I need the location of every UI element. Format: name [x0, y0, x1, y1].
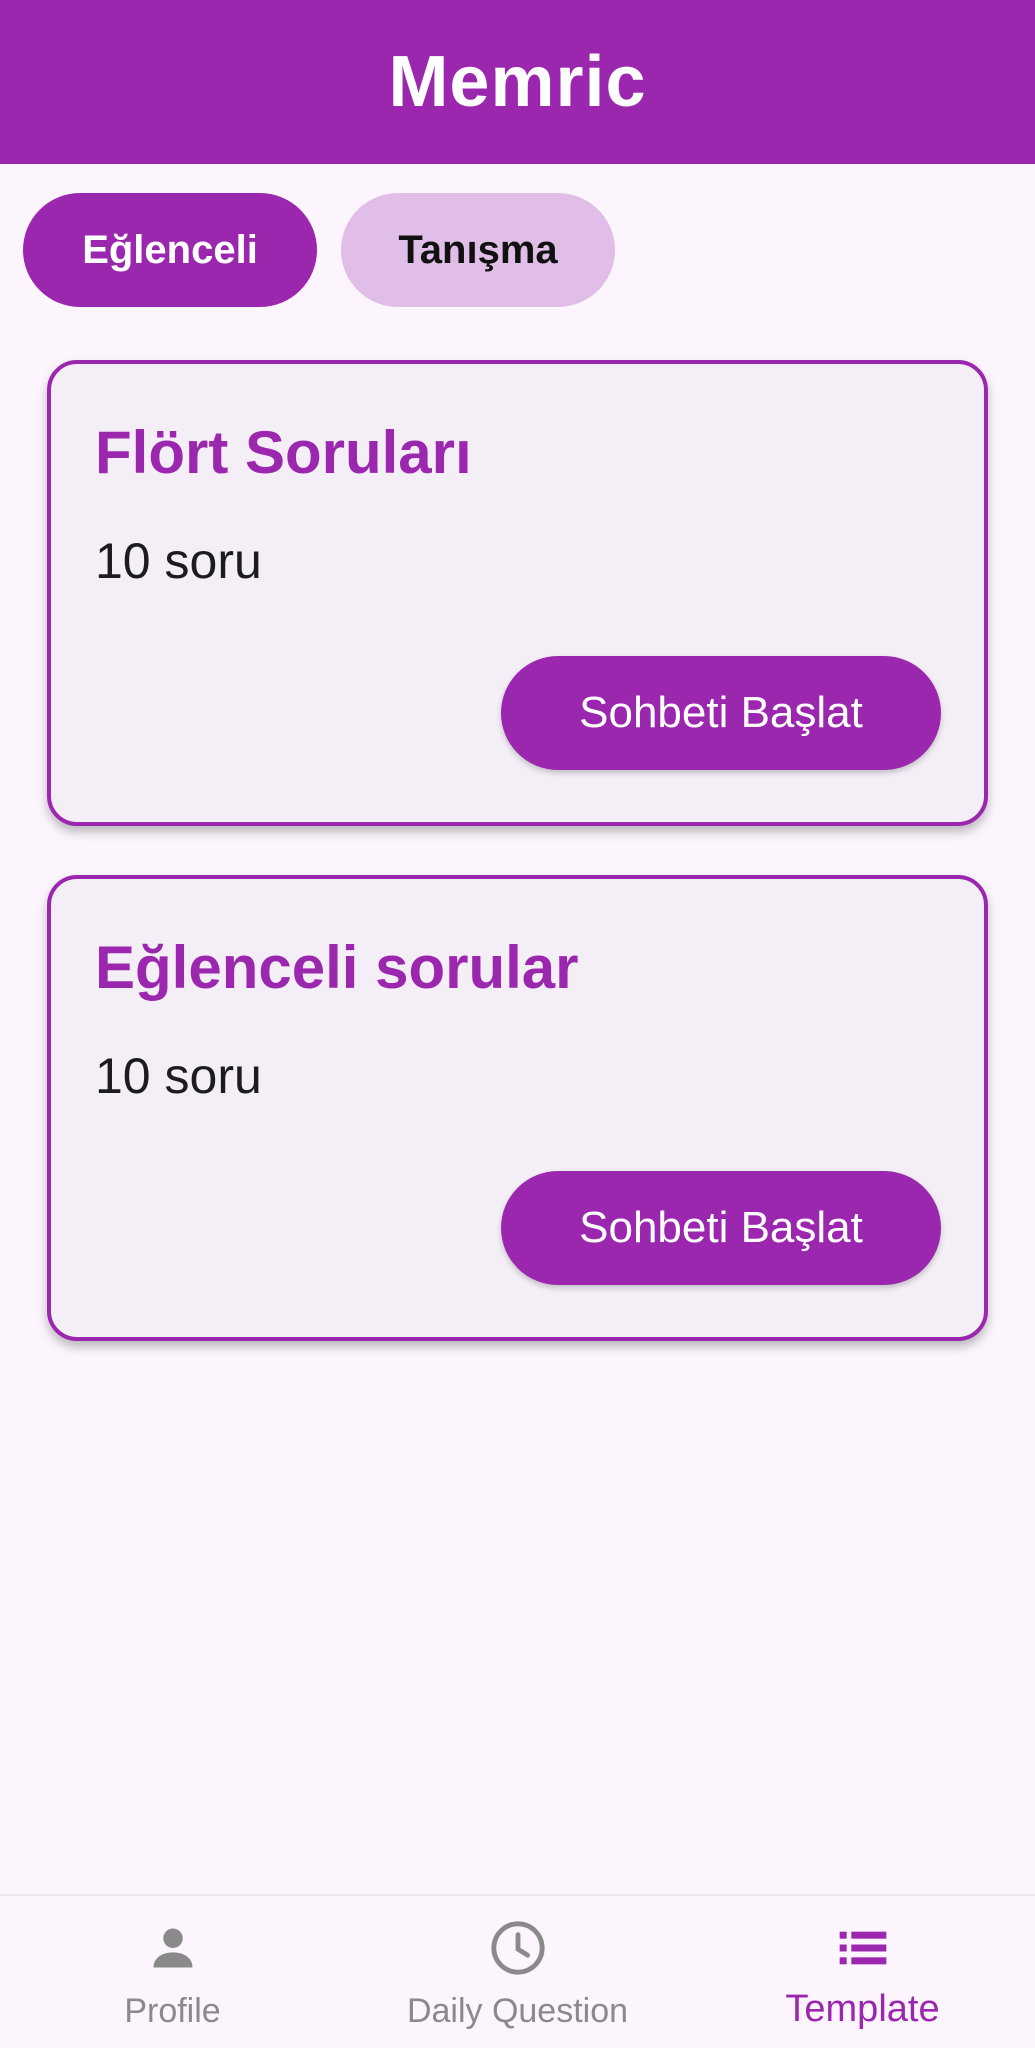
nav-item-template[interactable]: Template	[690, 1896, 1035, 2048]
nav-label-profile: Profile	[124, 1992, 221, 2030]
person-icon	[143, 1918, 203, 1978]
app-title: Memric	[388, 42, 647, 122]
clock-icon	[488, 1918, 548, 1978]
card-title: Eğlenceli sorular	[95, 934, 579, 1001]
app-bar: Memric	[0, 0, 1035, 164]
category-chips: Eğlenceli Tanışma	[23, 193, 615, 307]
bottom-navigation: Profile Daily Question Template	[0, 1894, 1035, 2048]
nav-item-profile[interactable]: Profile	[0, 1896, 345, 2048]
chip-eglenceli[interactable]: Eğlenceli	[23, 193, 317, 307]
nav-item-daily-question[interactable]: Daily Question	[345, 1896, 690, 2048]
nav-label-template: Template	[785, 1988, 940, 2030]
template-card: Flört Soruları 10 soru Sohbeti Başlat	[47, 360, 988, 826]
chip-tanisma[interactable]: Tanışma	[341, 193, 615, 307]
nav-label-daily-question: Daily Question	[406, 1992, 629, 2030]
start-chat-button[interactable]: Sohbeti Başlat	[501, 1171, 941, 1285]
question-count: 10 soru	[95, 533, 262, 589]
start-chat-button[interactable]: Sohbeti Başlat	[501, 656, 941, 770]
list-icon	[833, 1918, 893, 1978]
question-count: 10 soru	[95, 1048, 262, 1104]
template-card: Eğlenceli sorular 10 soru Sohbeti Başlat	[47, 875, 988, 1341]
card-title: Flört Soruları	[95, 419, 472, 486]
